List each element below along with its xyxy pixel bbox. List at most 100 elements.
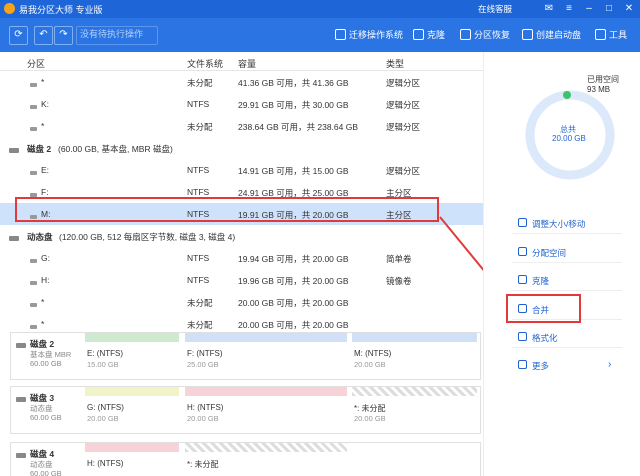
app-logo-icon: [4, 3, 15, 14]
column-header[interactable]: 类型: [386, 57, 404, 70]
partition-list: 分区 文件系统 容量 类型 * 未分配 41.36 GB 可用，共 41.36 GB…: [0, 52, 483, 476]
action-label: 格式化: [532, 333, 558, 343]
redo-button[interactable]: ↷: [54, 26, 73, 45]
partition-icon: [30, 321, 37, 331]
action-resize[interactable]: 调整大小/移动: [512, 213, 622, 234]
mail-icon[interactable]: ✉: [540, 1, 558, 17]
table-row[interactable]: * 未分配 41.36 GB 可用，共 41.36 GB 逻辑分区: [0, 71, 483, 93]
tool-label: 克隆: [427, 30, 446, 40]
more-icon: [518, 360, 527, 369]
partition-name: *: [41, 121, 45, 131]
capacity: 14.91 GB 可用，共 15.00 GB: [238, 166, 349, 176]
capacity: 238.64 GB 可用，共 238.64 GB: [238, 122, 359, 132]
partition-recovery-button[interactable]: 分区恢复: [460, 28, 510, 41]
partition-bar: [185, 387, 347, 396]
disk-card[interactable]: 磁盘 4 动态盘 60.00 GB H: (NTFS) *: 未分配: [10, 442, 481, 476]
partition-block[interactable]: H: (NTFS): [85, 443, 179, 476]
partition-icon: [30, 255, 37, 265]
migrate-os-button[interactable]: 迁移操作系统: [335, 28, 403, 41]
table-row[interactable]: * 未分配 20.00 GB 可用，共 20.00 GB: [0, 291, 483, 313]
partition-name: *: [41, 77, 45, 87]
partition-block[interactable]: *: 未分配: [185, 443, 347, 476]
file-system: NTFS: [187, 165, 210, 175]
partition-name: H:: [41, 275, 50, 285]
total-value: 20.00 GB: [552, 134, 586, 143]
capacity: 19.94 GB 可用，共 20.00 GB: [238, 254, 349, 264]
clone-icon: [518, 275, 527, 284]
partition-type: 逻辑分区: [386, 78, 421, 88]
partition-icon: [30, 277, 37, 287]
action-allocate[interactable]: 分配空间: [512, 242, 622, 263]
refresh-button[interactable]: ⟳: [9, 26, 28, 45]
clone-icon: [413, 29, 424, 40]
partition-block-size: 20.00 GB: [354, 414, 386, 423]
action-format[interactable]: 格式化: [512, 327, 622, 348]
partition-bar: [352, 333, 477, 342]
capacity: 20.00 GB 可用，共 20.00 GB: [238, 298, 349, 308]
partition-type: 镜像卷: [386, 276, 412, 286]
tool-label: 工具: [609, 30, 628, 40]
partition-name: G:: [41, 253, 50, 263]
maximize-icon[interactable]: □: [600, 1, 618, 17]
menu-icon[interactable]: ≡: [560, 1, 578, 17]
tools-menu-button[interactable]: 工具: [595, 28, 627, 41]
partition-type: 逻辑分区: [386, 122, 421, 132]
disk-card[interactable]: 磁盘 2 基本盘 MBR 60.00 GB E: (NTFS) 15.00 GB F: (…: [10, 332, 481, 380]
partition-block[interactable]: M: (NTFS) 20.00 GB: [352, 333, 477, 379]
used-space-label: 已用空间: [587, 75, 619, 84]
table-row[interactable]: * 未分配 238.64 GB 可用，共 238.64 GB 逻辑分区: [0, 115, 483, 137]
close-icon[interactable]: ✕: [620, 1, 638, 17]
disk-header-row[interactable]: 磁盘 2 (60.00 GB, 基本盘, MBR 磁盘): [0, 137, 483, 159]
partition-block-label: M: (NTFS): [354, 349, 392, 358]
chevron-right-icon: ›: [608, 359, 612, 370]
action-label: 克隆: [532, 276, 550, 286]
disk-card[interactable]: 磁盘 3 动态盘 60.00 GB G: (NTFS) 20.00 GB H: (NTFS…: [10, 386, 481, 434]
table-row[interactable]: H: NTFS 19.96 GB 可用，共 20.00 GB 镜像卷: [0, 269, 483, 291]
partition-type: 逻辑分区: [386, 166, 421, 176]
partition-bar: [85, 443, 179, 452]
partition-block-label: H: (NTFS): [87, 459, 124, 468]
partition-icon: [30, 79, 37, 89]
disk-icon: [16, 450, 26, 460]
partition-name: *: [41, 297, 45, 307]
partition-block[interactable]: H: (NTFS) 20.00 GB: [185, 387, 347, 433]
action-clone[interactable]: 克隆: [512, 270, 622, 291]
partition-block-size: 25.00 GB: [187, 360, 219, 369]
capacity: 41.36 GB 可用，共 41.36 GB: [238, 78, 349, 88]
clone-tool-button[interactable]: 克隆: [413, 28, 445, 41]
partition-type: 逻辑分区: [386, 100, 421, 110]
column-header[interactable]: 文件系统: [187, 57, 223, 70]
table-header: 分区 文件系统 容量 类型: [0, 52, 483, 71]
action-more[interactable]: 更多 ›: [512, 355, 622, 375]
partition-icon: [30, 167, 37, 177]
partition-bar: [185, 333, 347, 342]
online-service-link[interactable]: 在线客服: [478, 3, 512, 15]
create-bootable-button[interactable]: 创建启动盘: [522, 28, 581, 41]
disk-header-row[interactable]: 动态盘 (120.00 GB, 512 每扇区字节数, 磁盘 3, 磁盘 4): [0, 225, 483, 247]
disk-card-size: 60.00 GB: [30, 469, 62, 476]
file-system: NTFS: [187, 275, 210, 285]
partition-block[interactable]: E: (NTFS) 15.00 GB: [85, 333, 179, 379]
app-title: 易我分区大师 专业版: [19, 5, 103, 15]
disk-icon: [9, 233, 19, 243]
capacity: 19.96 GB 可用，共 20.00 GB: [238, 276, 349, 286]
column-header[interactable]: 分区: [27, 57, 45, 70]
table-row[interactable]: K: NTFS 29.91 GB 可用，共 30.00 GB 逻辑分区: [0, 93, 483, 115]
tool-label: 分区恢复: [474, 30, 511, 40]
partition-block[interactable]: F: (NTFS) 25.00 GB: [185, 333, 347, 379]
partition-block-size: 20.00 GB: [187, 414, 219, 423]
column-header[interactable]: 容量: [238, 57, 256, 70]
undo-button[interactable]: ↶: [34, 26, 53, 45]
disk-card-size: 60.00 GB: [30, 413, 62, 422]
table-row[interactable]: E: NTFS 14.91 GB 可用，共 15.00 GB 逻辑分区: [0, 159, 483, 181]
merge-highlight: [506, 294, 581, 323]
minimize-icon[interactable]: –: [580, 1, 598, 17]
partition-block[interactable]: G: (NTFS) 20.00 GB: [85, 387, 179, 433]
partition-bar: [185, 443, 347, 452]
disk-icon: [9, 145, 19, 155]
partition-block-label: E: (NTFS): [87, 349, 123, 358]
file-system: 未分配: [187, 298, 213, 308]
action-label: 分配空间: [532, 248, 567, 258]
table-row[interactable]: G: NTFS 19.94 GB 可用，共 20.00 GB 简单卷: [0, 247, 483, 269]
partition-block[interactable]: *: 未分配 20.00 GB: [352, 387, 477, 433]
